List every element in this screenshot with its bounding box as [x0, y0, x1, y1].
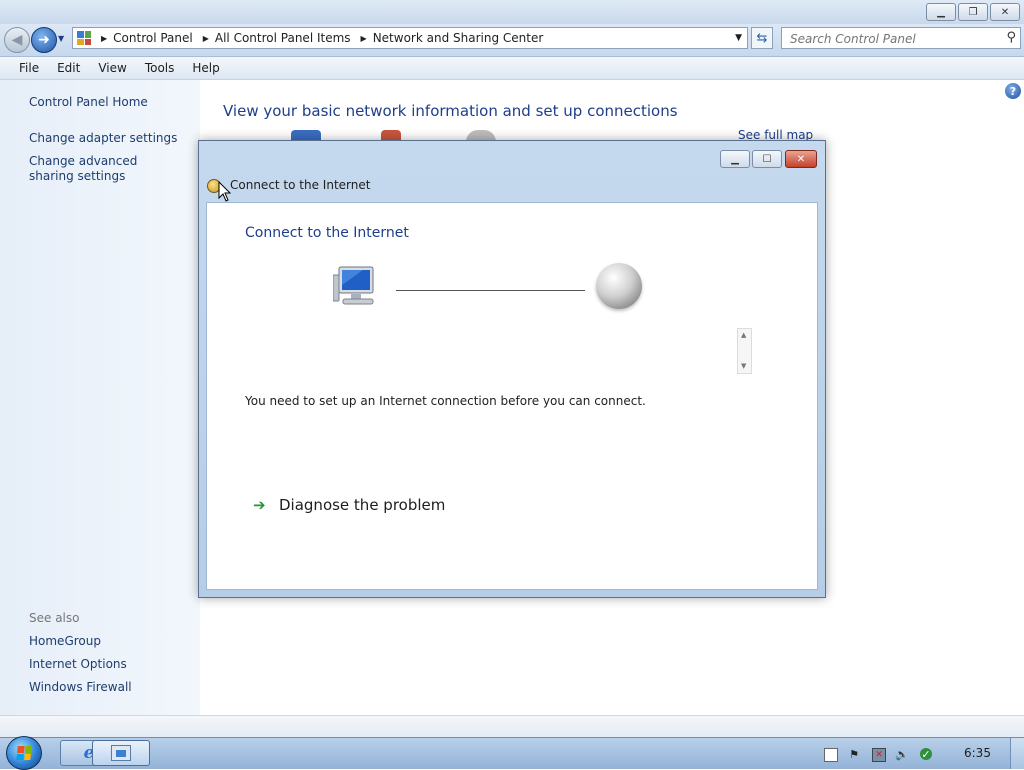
windows-firewall-link[interactable]: Windows Firewall [29, 680, 132, 695]
internet-options-link[interactable]: Internet Options [29, 657, 127, 672]
volume-muted-icon[interactable]: 🔈 [895, 748, 909, 761]
navigation-bar: ◀ ➜ ▼ ▶ Control Panel ▶ All Control Pane… [0, 24, 1024, 57]
close-button[interactable]: ✕ [990, 3, 1020, 21]
change-adapter-settings-link[interactable]: Change adapter settings [29, 131, 177, 146]
forward-button[interactable]: ➜ [31, 27, 57, 53]
back-arrow-icon: ◀ [11, 32, 23, 48]
close-icon: ✕ [796, 153, 806, 165]
dialog-close-button[interactable]: ✕ [785, 150, 817, 168]
back-button[interactable]: ◀ [4, 27, 30, 53]
menu-edit[interactable]: Edit [54, 61, 83, 75]
connect-to-internet-dialog: ▁ ☐ ✕ Connect to the Internet Connect to… [198, 140, 826, 598]
search-icon[interactable]: ⚲ [1006, 30, 1016, 45]
search-input[interactable] [788, 29, 992, 49]
menu-file[interactable]: File [16, 61, 42, 75]
search-box[interactable]: ⚲ [781, 27, 1021, 49]
homegroup-link[interactable]: HomeGroup [29, 634, 101, 649]
windows-logo-icon [16, 746, 32, 760]
dialog-body: Connect to the Internet ▲ ▼ You need to … [206, 202, 818, 590]
flag-icon[interactable]: ⚑ [848, 748, 860, 761]
mouse-cursor-icon [218, 181, 232, 202]
diagnose-label[interactable]: Diagnose the problem [279, 496, 445, 514]
control-panel-window-icon [111, 745, 131, 761]
control-panel-home-link[interactable]: Control Panel Home [29, 95, 148, 110]
breadcrumb-network-sharing[interactable]: Network and Sharing Center [373, 31, 544, 45]
green-arrow-icon: ➔ [253, 496, 266, 514]
refresh-button[interactable]: ⇆ [751, 27, 773, 49]
address-bar[interactable]: ▶ Control Panel ▶ All Control Panel Item… [72, 27, 748, 49]
breadcrumb-separator-icon: ▶ [360, 33, 367, 43]
restore-icon: ❐ [968, 6, 978, 18]
menu-view[interactable]: View [95, 61, 129, 75]
dialog-minimize-button[interactable]: ▁ [720, 150, 750, 168]
help-icon[interactable]: ? [1005, 83, 1021, 99]
security-icon[interactable]: ✓ [920, 748, 932, 761]
diagnose-problem-link[interactable]: ➔ Diagnose the problem [253, 496, 445, 514]
taskbar: e ⚑ ✕ 🔈 ✓ 6:35 [0, 736, 1024, 770]
internet-globe-icon [596, 263, 642, 309]
dialog-message: You need to set up an Internet connectio… [245, 394, 646, 408]
forward-arrow-icon: ➜ [38, 32, 50, 48]
status-bar [0, 715, 1024, 738]
breadcrumb-control-panel[interactable]: Control Panel [113, 31, 193, 45]
menu-tools[interactable]: Tools [142, 61, 178, 75]
menu-help[interactable]: Help [189, 61, 222, 75]
scroll-up-icon[interactable]: ▲ [741, 331, 746, 339]
computer-icon [333, 266, 374, 305]
minimize-button[interactable]: ▁ [926, 3, 956, 21]
dialog-maximize-button[interactable]: ☐ [752, 150, 782, 168]
minimize-icon: ▁ [731, 153, 739, 165]
start-button[interactable] [6, 736, 42, 770]
breadcrumb-all-items[interactable]: All Control Panel Items [215, 31, 351, 45]
recent-pages-dropdown[interactable]: ▼ [58, 34, 64, 43]
window-titlebar: ▁ ❐ ✕ [0, 0, 1024, 24]
dialog-heading: Connect to the Internet [245, 225, 409, 241]
taskbar-clock[interactable]: 6:35 [964, 746, 991, 760]
show-desktop-button[interactable] [1010, 738, 1024, 769]
minimize-icon: ▁ [937, 6, 945, 18]
maximize-icon: ☐ [762, 153, 772, 165]
scrollbar[interactable]: ▲ ▼ [737, 328, 752, 374]
breadcrumb-separator-icon: ▶ [202, 33, 209, 43]
control-panel-icon [77, 31, 91, 45]
left-task-pane: Control Panel Home Change adapter settin… [0, 80, 200, 715]
menu-bar: File Edit View Tools Help [0, 57, 1024, 80]
refresh-icon: ⇆ [756, 30, 768, 46]
dialog-title: Connect to the Internet [230, 178, 371, 192]
taskbar-control-panel[interactable] [92, 740, 150, 766]
breadcrumb-separator-icon: ▶ [101, 33, 108, 43]
page-title: View your basic network information and … [223, 102, 678, 120]
action-center-icon[interactable] [824, 748, 838, 762]
change-advanced-sharing-link[interactable]: Change advanced sharing settings [29, 154, 179, 184]
scroll-down-icon[interactable]: ▼ [741, 362, 746, 370]
address-dropdown-icon[interactable]: ▼ [735, 33, 742, 43]
restore-button[interactable]: ❐ [958, 3, 988, 21]
connection-line [396, 290, 585, 291]
close-icon: ✕ [1000, 6, 1010, 18]
see-also-label: See also [29, 611, 80, 625]
network-error-icon[interactable]: ✕ [872, 748, 886, 762]
